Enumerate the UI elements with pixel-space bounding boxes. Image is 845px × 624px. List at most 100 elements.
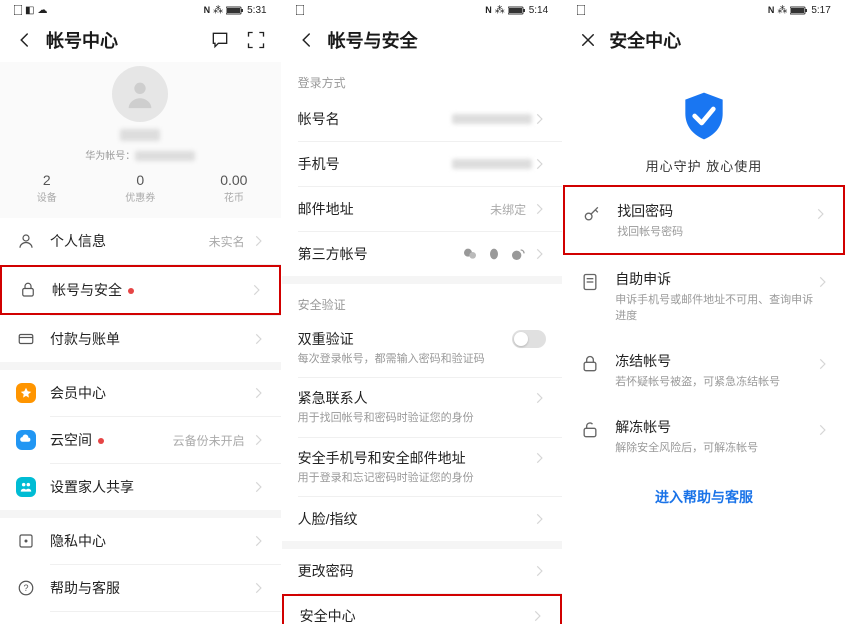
chevron-right-icon [532,564,546,578]
privacy-icon [16,531,36,551]
red-dot-indicator [128,288,134,294]
back-button[interactable] [296,29,318,51]
sim-icon [14,5,22,15]
row-help[interactable]: ? 帮助与客服 [0,565,281,611]
screen-account-center: ◧☁ N ⁂ 5:31 帐号中心 华为帐号： 2设备 0优惠券 0.00花币 个… [0,0,282,624]
member-icon [16,383,36,403]
chevron-right-icon [251,581,265,595]
screen-security-center: N⁂5:17 安全中心 用心守护 放心使用 找回密码找回帐号密码 自助申诉申诉手… [563,0,845,624]
chevron-right-icon [251,386,265,400]
close-button[interactable] [577,29,599,51]
chevron-right-icon [815,423,829,437]
wechat-icon [462,246,478,262]
svg-text:?: ? [23,583,28,593]
chevron-right-icon [251,480,265,494]
stats-row: 2设备 0优惠券 0.00花币 [0,162,281,208]
avatar[interactable] [112,66,168,122]
chevron-right-icon [813,207,827,221]
chevron-right-icon [815,357,829,371]
qq-icon [486,246,502,262]
row-freeze-account[interactable]: 冻结帐号若怀疑帐号被盗，可紧急冻结帐号 [563,337,845,403]
shield-header: 用心守护 放心使用 [563,62,845,185]
lock-icon [579,353,601,375]
back-button[interactable] [14,29,36,51]
third-party-icons [462,246,526,262]
section-security-verify: 安全验证 [282,284,563,319]
chevron-right-icon [532,512,546,526]
shield-slogan: 用心守护 放心使用 [563,156,845,175]
row-self-appeal[interactable]: 自助申诉申诉手机号或邮件地址不可用、查询申诉进度 [563,255,845,337]
row-face-fingerprint[interactable]: 人脸/指纹 [282,497,563,541]
card-icon [16,329,36,349]
row-family-share[interactable]: 设置家人共享 [0,464,281,510]
chevron-right-icon [532,247,546,261]
chevron-right-icon [532,112,546,126]
chevron-right-icon [532,157,546,171]
row-change-password[interactable]: 更改密码 [282,549,563,593]
chevron-right-icon [532,451,546,465]
chevron-right-icon [532,391,546,405]
row-phone-number[interactable]: 手机号 [282,142,563,186]
help-icon: ? [16,578,36,598]
chevron-right-icon [815,275,829,289]
page-title: 帐号中心 [46,27,118,53]
row-unfreeze-account[interactable]: 解冻帐号解除安全风险后，可解冻帐号 [563,403,845,469]
red-dot-indicator [98,438,104,444]
chevron-right-icon [530,609,544,623]
row-payment[interactable]: 付款与账单 [0,316,281,362]
profile-header: 华为帐号： 2设备 0优惠券 0.00花币 [0,62,281,218]
row-account-name[interactable]: 帐号名 [282,97,563,141]
row-find-password[interactable]: 找回密码找回帐号密码 [563,185,845,255]
masked-value [452,114,532,124]
page-title: 帐号与安全 [328,27,418,53]
masked-value [452,159,532,169]
toggle-two-factor[interactable] [512,330,546,348]
row-security-center[interactable]: 安全中心 找回密码、自助申诉、冻结、解冻帐号、帮助与客服 [282,594,563,624]
status-bar: N⁂5:14 [282,0,563,18]
row-two-factor[interactable]: 双重验证 每次登录帐号，都需输入密码和验证码 [282,319,563,377]
page-title: 安全中心 [609,27,681,53]
status-bar: ◧☁ N ⁂ 5:31 [0,0,281,18]
person-icon [16,231,36,251]
section-login-methods: 登录方式 [282,62,563,97]
chat-icon[interactable] [209,29,231,51]
chevron-right-icon [251,234,265,248]
chevron-right-icon [251,433,265,447]
row-account-security[interactable]: 帐号与安全 [0,265,281,315]
user-name [0,128,281,145]
row-personal-info[interactable]: 个人信息 未实名 [0,218,281,264]
family-icon [16,477,36,497]
chevron-right-icon [251,534,265,548]
stat-devices[interactable]: 2设备 [0,172,94,204]
row-safe-phone-email[interactable]: 安全手机号和安全邮件地址 用于登录和忘记密码时验证您的身份 [282,438,563,496]
scan-icon[interactable] [245,29,267,51]
topbar: 帐号与安全 [282,18,563,62]
row-third-party[interactable]: 第三方帐号 [282,232,563,276]
row-member-center[interactable]: 会员中心 [0,370,281,416]
cloud-icon [16,430,36,450]
topbar: 帐号中心 [0,18,281,62]
key-icon [581,203,603,225]
battery-icon [226,6,244,15]
weibo-icon [510,246,526,262]
row-emergency-contact[interactable]: 紧急联系人 用于找回帐号和密码时验证您的身份 [282,378,563,436]
row-privacy[interactable]: 隐私中心 [0,518,281,564]
chevron-right-icon [249,283,263,297]
row-settings[interactable]: 设置 [0,612,281,624]
row-cloud[interactable]: 云空间 云备份未开启 [0,417,281,463]
stat-coupons[interactable]: 0优惠券 [94,172,188,204]
screen-account-security: N⁂5:14 帐号与安全 登录方式 帐号名 手机号 邮件地址 未绑定 第三方帐号… [282,0,564,624]
stat-coins[interactable]: 0.00花币 [187,172,281,204]
chevron-right-icon [251,332,265,346]
shield-icon [676,88,732,144]
lock-icon [18,280,38,300]
document-icon [579,271,601,293]
status-bar: N⁂5:17 [563,0,845,18]
unlock-icon [579,419,601,441]
row-email[interactable]: 邮件地址 未绑定 [282,187,563,231]
chevron-right-icon [532,202,546,216]
help-service-link[interactable]: 进入帮助与客服 [563,469,845,525]
status-time: 5:31 [247,5,266,16]
unverified-label: 未实名 [209,233,245,250]
topbar: 安全中心 [563,18,845,62]
